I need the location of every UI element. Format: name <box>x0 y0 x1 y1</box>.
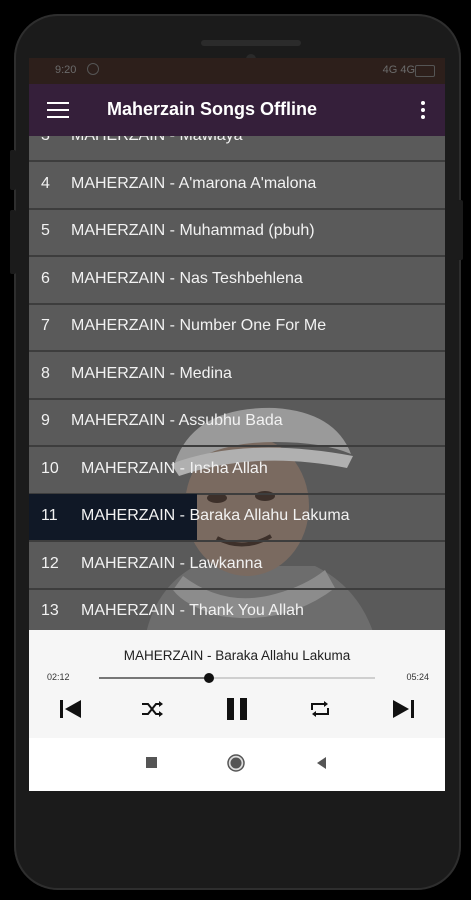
song-title: MAHERZAIN - Medina <box>71 364 232 382</box>
earpiece-speaker <box>201 40 301 46</box>
home-button[interactable] <box>227 754 245 777</box>
previous-button[interactable] <box>57 696 85 722</box>
triangle-back-icon <box>317 757 326 769</box>
shuffle-icon <box>142 701 163 717</box>
song-item[interactable]: 4 MAHERZAIN - A'marona A'malona <box>29 162 445 210</box>
pause-icon <box>227 698 247 720</box>
song-item[interactable]: 6 MAHERZAIN - Nas Teshbehlena <box>29 257 445 305</box>
song-number: 6 <box>41 269 50 287</box>
song-title: MAHERZAIN - Thank You Allah <box>81 602 304 619</box>
pause-button[interactable] <box>223 696 251 722</box>
circle-icon <box>227 754 245 772</box>
square-icon <box>146 757 157 768</box>
status-bar: 9:20 4G 4G <box>29 58 445 84</box>
player-panel: MAHERZAIN - Baraka Allahu Lakuma 02:12 0… <box>29 630 445 738</box>
app-title: Maherzain Songs Offline <box>107 99 318 119</box>
song-number: 13 <box>41 602 59 619</box>
repeat-button[interactable] <box>307 696 333 722</box>
song-title: MAHERZAIN - Number One For Me <box>71 317 327 334</box>
song-item[interactable]: 10 MAHERZAIN - Insha Allah <box>29 447 445 495</box>
song-title: MAHERZAIN - Baraka Allahu Lakuma <box>81 507 350 524</box>
seek-thumb[interactable] <box>204 673 215 683</box>
volume-button <box>10 150 16 190</box>
menu-icon[interactable] <box>47 102 69 118</box>
song-number: 3 <box>41 136 50 145</box>
song-item[interactable]: 7 MAHERZAIN - Number One For Me <box>29 304 445 352</box>
seek-progress <box>99 677 210 679</box>
seek-bar[interactable] <box>99 673 375 683</box>
song-title: MAHERZAIN - Assubhu Bada <box>71 412 283 429</box>
song-item[interactable]: 12 MAHERZAIN - Lawkanna <box>29 542 445 590</box>
recents-button[interactable] <box>145 756 159 775</box>
song-item[interactable]: 9 MAHERZAIN - Assubhu Bada <box>29 399 445 447</box>
signal-indicator: 4G 4G <box>382 64 415 76</box>
song-item[interactable]: 5 MAHERZAIN - Muhammad (pbuh) <box>29 209 445 257</box>
song-number: 4 <box>41 174 50 192</box>
system-nav-bar <box>29 738 445 791</box>
battery-icon <box>415 65 435 77</box>
song-title: MAHERZAIN - Nas Teshbehlena <box>71 269 303 287</box>
screen: 9:20 4G 4G Maherzain Songs Offline 3 MAHE… <box>29 58 445 791</box>
song-item[interactable]: 8 MAHERZAIN - Medina <box>29 352 445 400</box>
song-title: MAHERZAIN - Lawkanna <box>81 554 263 572</box>
status-time: 9:20 <box>55 64 77 76</box>
song-number: 8 <box>41 364 50 382</box>
song-item[interactable]: 13 MAHERZAIN - Thank You Allah <box>29 589 445 630</box>
volume-button <box>10 210 16 274</box>
alarm-icon <box>87 63 99 75</box>
song-title: MAHERZAIN - A'marona A'malona <box>71 174 317 192</box>
shuffle-button[interactable] <box>139 696 165 722</box>
next-icon <box>393 700 414 718</box>
song-number: 9 <box>41 412 50 429</box>
total-time: 05:24 <box>406 672 429 682</box>
song-list[interactable]: 3 MAHERZAIN - Mawlaya 4 MAHERZAIN - A'maron… <box>29 136 445 630</box>
song-item[interactable]: 3 MAHERZAIN - Mawlaya <box>29 136 445 162</box>
app-bar: Maherzain Songs Offline <box>29 84 445 136</box>
more-options-icon[interactable] <box>421 101 425 122</box>
song-title: MAHERZAIN - Mawlaya <box>71 136 243 145</box>
power-button <box>457 200 463 260</box>
current-time: 02:12 <box>47 672 70 682</box>
song-number: 10 <box>41 459 59 477</box>
song-number: 7 <box>41 317 50 334</box>
next-button[interactable] <box>389 696 417 722</box>
song-number: 11 <box>41 507 58 524</box>
previous-icon <box>60 700 81 718</box>
repeat-icon <box>311 701 329 717</box>
song-item[interactable]: 11 MAHERZAIN - Baraka Allahu Lakuma <box>29 494 445 542</box>
song-title: MAHERZAIN - Insha Allah <box>81 459 268 477</box>
song-number: 5 <box>41 222 50 239</box>
now-playing-title: MAHERZAIN - Baraka Allahu Lakuma <box>123 648 351 663</box>
song-number: 12 <box>41 554 59 572</box>
back-button[interactable] <box>315 756 327 775</box>
song-title: MAHERZAIN - Muhammad (pbuh) <box>71 222 315 239</box>
